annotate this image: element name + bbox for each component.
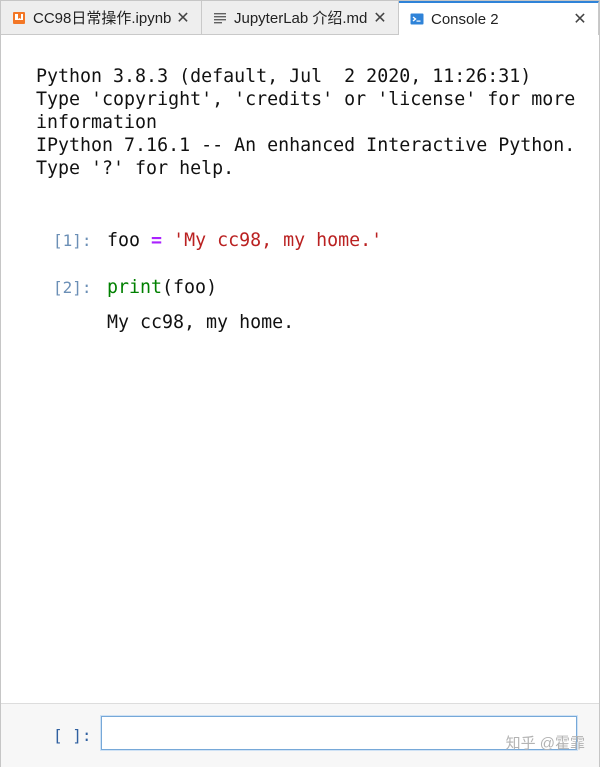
code-token: foo bbox=[173, 277, 207, 298]
console-output-area: Python 3.8.3 (default, Jul 2 2020, 11:26… bbox=[5, 43, 595, 703]
code-token: foo bbox=[107, 230, 152, 251]
tab-label: Console 2 bbox=[431, 10, 499, 28]
code-token: ) bbox=[206, 277, 218, 298]
console-icon bbox=[409, 11, 425, 27]
code-token: = bbox=[151, 230, 163, 251]
cell-prompt: [1]: bbox=[53, 231, 92, 250]
close-icon[interactable]: ✕ bbox=[572, 11, 588, 28]
cell-code: print(foo) bbox=[107, 276, 217, 300]
code-token: 'My cc98, my home.' bbox=[173, 230, 383, 251]
code-token: print bbox=[107, 277, 163, 298]
jupyterlab-window: CC98日常操作.ipynb ✕ JupyterLab 介绍.md ✕ Cons… bbox=[0, 0, 600, 767]
console-banner: Python 3.8.3 (default, Jul 2 2020, 11:26… bbox=[36, 66, 576, 179]
tab-label: JupyterLab 介绍.md bbox=[234, 10, 368, 27]
notebook-icon bbox=[11, 10, 27, 26]
markdown-file-icon bbox=[212, 10, 228, 26]
tab-label: CC98日常操作.ipynb bbox=[33, 10, 172, 27]
input-prompt: [ ]: bbox=[53, 726, 92, 745]
close-icon[interactable]: ✕ bbox=[372, 10, 388, 27]
close-icon[interactable]: ✕ bbox=[175, 10, 191, 27]
tab-jupyterlab-markdown[interactable]: JupyterLab 介绍.md ✕ bbox=[202, 1, 399, 34]
cell-output: My cc98, my home. bbox=[107, 312, 295, 333]
code-token: ( bbox=[162, 277, 174, 298]
cell-prompt: [2]: bbox=[53, 278, 92, 297]
tab-console-2[interactable]: Console 2 ✕ bbox=[399, 1, 599, 35]
console-input-area: [ ]: 知乎 @霍霏 bbox=[1, 703, 599, 767]
cell-code: foo = 'My cc98, my home.' bbox=[107, 229, 382, 253]
tab-bar: CC98日常操作.ipynb ✕ JupyterLab 介绍.md ✕ Cons… bbox=[1, 1, 599, 35]
tab-cc98-notebook[interactable]: CC98日常操作.ipynb ✕ bbox=[1, 1, 202, 34]
watermark: 知乎 @霍霏 bbox=[505, 735, 585, 752]
